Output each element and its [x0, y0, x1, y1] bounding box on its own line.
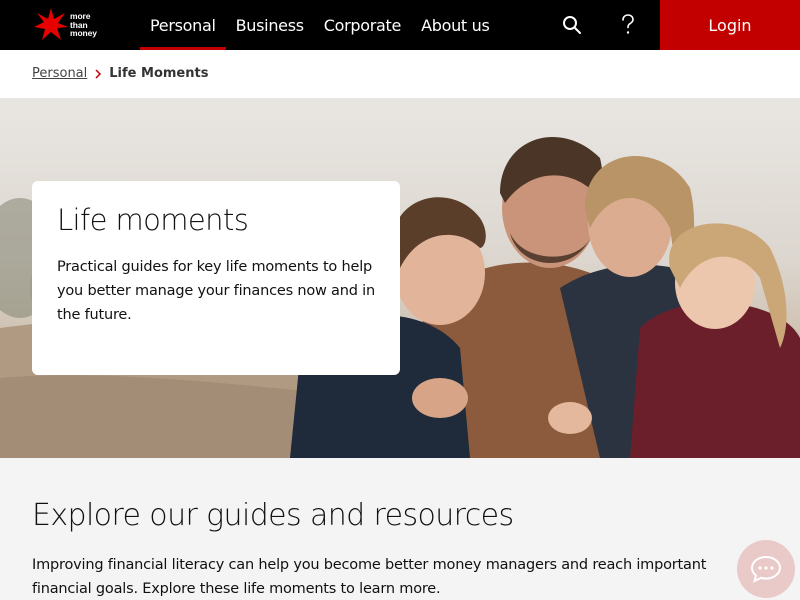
chat-bubble-icon [750, 555, 782, 583]
section-description: Improving financial literacy can help yo… [32, 557, 707, 597]
help-button[interactable] [608, 0, 648, 50]
login-button[interactable]: Login [660, 0, 800, 50]
main-nav: Personal Business Corporate About us [140, 0, 500, 50]
nav-item-corporate[interactable]: Corporate [314, 0, 411, 50]
brand-logo[interactable]: more than money [33, 7, 105, 43]
star-logo-icon [34, 8, 68, 40]
logo-wordmark: more than money [70, 11, 97, 39]
chevron-right-icon [94, 68, 102, 79]
hero-card: Life moments Practical guides for key li… [32, 181, 400, 375]
breadcrumb-link-personal[interactable]: Personal [32, 66, 87, 81]
nav-item-personal[interactable]: Personal [140, 0, 226, 50]
section-title: Explore our guides and resources [32, 498, 514, 533]
nav-item-about-us[interactable]: About us [411, 0, 499, 50]
chat-button[interactable] [737, 540, 795, 598]
breadcrumb-bar: Personal Life Moments [0, 50, 800, 98]
search-button[interactable] [552, 0, 592, 50]
hero-banner: Life moments Practical guides for key li… [0, 98, 800, 458]
top-navigation-bar: more than money Personal Business Corpor… [0, 0, 800, 50]
hero-description: Practical guides for key life moments to… [57, 259, 375, 323]
search-icon [563, 16, 581, 34]
nav-item-business[interactable]: Business [226, 0, 314, 50]
page-title: Life moments [57, 203, 249, 237]
question-mark-icon [622, 14, 634, 34]
breadcrumb-current: Life Moments [109, 66, 209, 81]
explore-section: Explore our guides and resources Improvi… [0, 458, 800, 600]
breadcrumb: Personal Life Moments [32, 66, 208, 81]
